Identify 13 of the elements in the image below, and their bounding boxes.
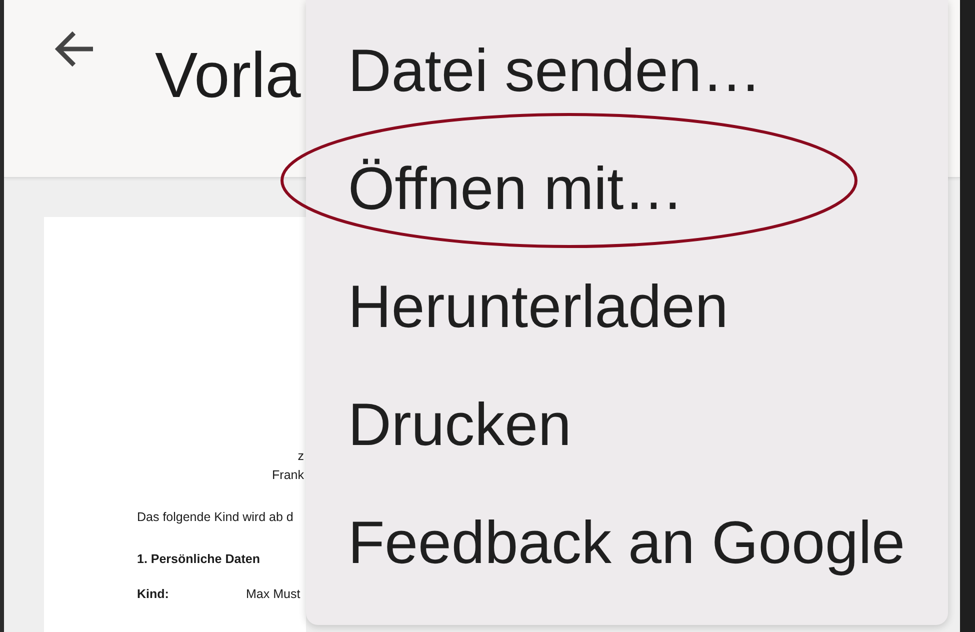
document-title: Vorla: [155, 43, 301, 107]
menu-item[interactable]: Datei senden…: [306, 12, 948, 130]
document-text: Frank: [272, 467, 304, 484]
document-text: z: [298, 448, 304, 465]
field-value: Max Must: [246, 586, 300, 603]
menu-item[interactable]: Drucken: [306, 366, 948, 484]
menu-item[interactable]: Feedback an Google: [306, 484, 948, 602]
back-arrow-icon[interactable]: [55, 30, 95, 68]
document-text: Das folgende Kind wird ab d: [137, 509, 294, 526]
menu-item[interactable]: Herunterladen: [306, 248, 948, 366]
field-label: Kind:: [137, 586, 170, 603]
section-heading: 1. Persönliche Daten: [137, 551, 260, 568]
menu-item[interactable]: Öffnen mit…: [306, 130, 948, 248]
